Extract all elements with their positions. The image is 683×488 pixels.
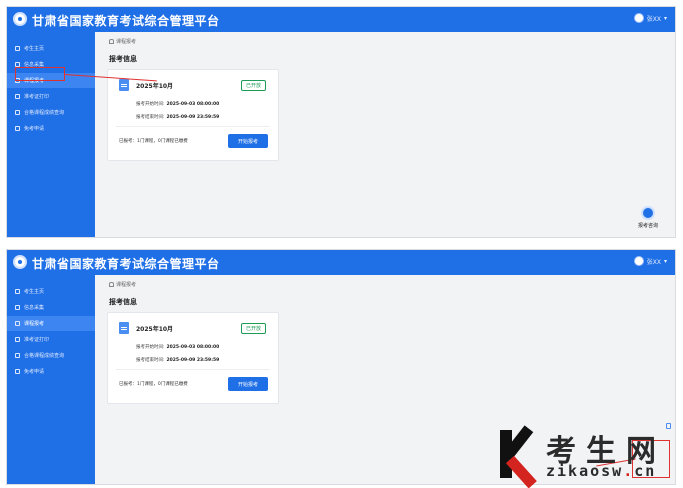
screenshot-panel-top: 甘肃省国家教育考试综合管理平台 张XX ▾ 考生主页 信息采集 课程报考 准考证… [6,6,676,238]
breadcrumb: 课程报考 [109,281,136,288]
end-time-label: 报考结束时间: [136,358,165,363]
annotation-highlight-box [15,67,65,81]
app-title: 甘肃省国家教育考试综合管理平台 [32,257,220,271]
status-badge: 已开放 [240,80,266,91]
sidebar: 考生主页 信息采集 课程报考 准考证打印 合格课程成绩查询 免考申请 [7,275,95,484]
breadcrumb-item: 课程报考 [116,282,137,288]
check-icon [15,369,20,374]
user-menu[interactable]: 张XX ▾ [633,256,667,266]
start-time-label: 报考开始时间: [136,102,165,107]
user-name: 张XX [646,258,661,266]
sidebar-item-label: 准考证打印 [24,94,50,100]
check-icon [15,126,20,131]
sidebar-item-exemption[interactable]: 免考申请 [7,364,95,379]
start-registration-button[interactable]: 开始报考 [228,134,268,148]
start-time-row: 报考开始时间: 2025-09-03 08:00:00 [136,344,219,350]
printer-icon [15,94,20,99]
end-time-row: 报考结束时间: 2025-09-09 23:59:59 [136,114,219,120]
sidebar-item-label: 免考申请 [24,126,45,132]
chevron-down-icon: ▾ [663,257,667,265]
sidebar-item-course-registration[interactable]: 课程报考 [7,316,95,331]
sidebar-item-admission-ticket[interactable]: 准考证打印 [7,332,95,347]
search-icon [15,353,20,358]
exam-card: 2025年10月 已开放 报考开始时间: 2025-09-03 08:00:00 … [107,69,279,161]
chevron-down-icon: ▾ [663,14,667,22]
avatar [633,256,644,266]
start-time-row: 报考开始时间: 2025-09-03 08:00:00 [136,101,219,107]
start-registration-button[interactable]: 开始报考 [228,377,268,391]
top-bar: 甘肃省国家教育考试综合管理平台 张XX ▾ [7,250,675,275]
divider [116,369,270,370]
sidebar-item-score-query[interactable]: 合格课程成绩查询 [7,105,95,120]
user-name: 张XX [646,15,661,23]
list-icon [15,321,20,326]
top-bar: 甘肃省国家教育考试综合管理平台 张XX ▾ [7,7,675,32]
breadcrumb: 课程报考 [109,38,136,45]
search-icon [15,110,20,115]
app-title: 甘肃省国家教育考试综合管理平台 [32,14,220,28]
sidebar-item-label: 合格课程成绩查询 [24,110,65,116]
start-time-label: 报考开始时间: [136,345,165,350]
registration-summary: 已报考：1门课程，0门课程已缴费 [119,382,188,387]
sidebar-item-exemption[interactable]: 免考申请 [7,121,95,136]
main-content: 课程报考 报考信息 2025年10月 已开放 报考开始时间: 2025-09-03… [95,32,675,237]
watermark-logo: 考生网 zikaosw.cn [500,425,676,488]
sidebar-item-label: 考生主页 [24,46,45,52]
user-menu[interactable]: 张XX ▾ [633,13,667,23]
avatar [633,13,644,23]
watermark-url: zikaosw.cn [546,462,657,480]
home-icon[interactable] [109,39,114,44]
page-title: 报考信息 [109,298,137,306]
sidebar: 考生主页 信息采集 课程报考 准考证打印 合格课程成绩查询 免考申请 [7,32,95,237]
exam-session-name: 2025年10月 [136,83,174,90]
sidebar-item-label: 课程报考 [24,321,45,327]
sidebar-item-admission-ticket[interactable]: 准考证打印 [7,89,95,104]
k-logo-icon [500,425,540,488]
consult-label: 报考咨询 [637,223,658,229]
sidebar-item-label: 合格课程成绩查询 [24,353,65,359]
sidebar-item-home[interactable]: 考生主页 [7,284,95,299]
platform-logo-icon [13,255,27,269]
end-time-value: 2025-09-09 23:59:59 [166,115,220,120]
document-icon [119,322,129,334]
status-badge: 已开放 [240,323,266,334]
page-title: 报考信息 [109,55,137,63]
end-time-label: 报考结束时间: [136,115,165,120]
exam-card: 2025年10月 已开放 报考开始时间: 2025-09-03 08:00:00 … [107,312,279,404]
document-icon [119,79,129,91]
consult-widget[interactable]: 报考咨询 [633,206,663,229]
sidebar-item-home[interactable]: 考生主页 [7,41,95,56]
end-time-value: 2025-09-09 23:59:59 [166,358,220,363]
form-icon [15,305,20,310]
user-icon [15,46,20,51]
start-time-value: 2025-09-03 08:00:00 [166,102,220,107]
sidebar-item-info-collection[interactable]: 信息采集 [7,300,95,315]
watermark-url-suffix: cn [634,462,657,480]
breadcrumb-item: 课程报考 [116,39,137,45]
start-time-value: 2025-09-03 08:00:00 [166,345,220,350]
printer-icon [15,337,20,342]
robot-icon [641,206,655,220]
sidebar-item-label: 考生主页 [24,289,45,295]
registration-summary: 已报考：1门课程，0门课程已缴费 [119,139,188,144]
watermark-url-prefix: zikaosw [546,462,624,480]
sidebar-item-label: 免考申请 [24,369,45,375]
user-icon [15,289,20,294]
end-time-row: 报考结束时间: 2025-09-09 23:59:59 [136,357,219,363]
sidebar-item-score-query[interactable]: 合格课程成绩查询 [7,348,95,363]
home-icon[interactable] [109,282,114,287]
divider [116,126,270,127]
sidebar-item-label: 准考证打印 [24,337,50,343]
platform-logo-icon [13,12,27,26]
sidebar-item-label: 信息采集 [24,305,45,311]
exam-session-name: 2025年10月 [136,326,174,333]
